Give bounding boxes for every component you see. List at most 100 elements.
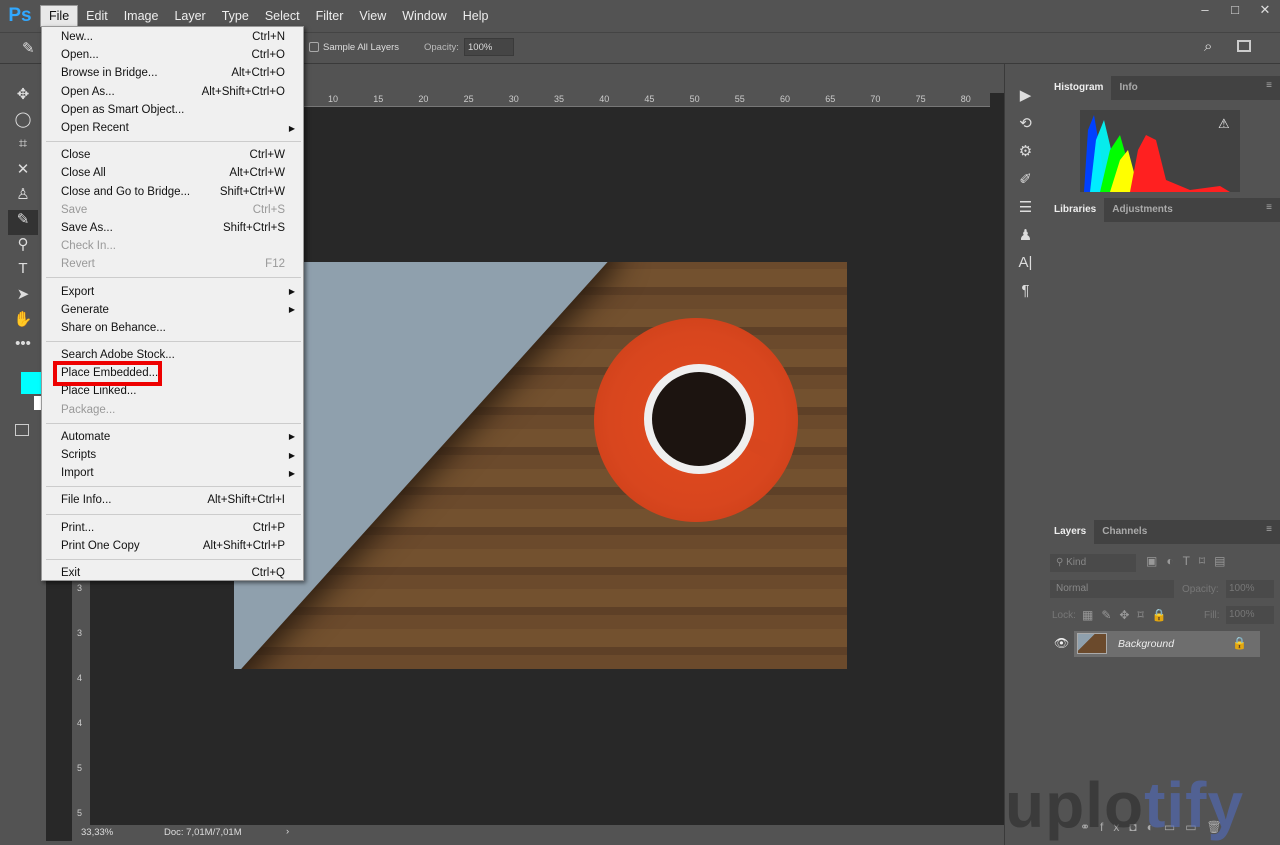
menu-item-save-as[interactable]: Save As... Shift+Ctrl+S xyxy=(42,219,303,237)
menu-item-shortcut: Alt+Ctrl+W xyxy=(229,167,285,180)
type-tool-icon[interactable]: T xyxy=(8,260,38,285)
menu-filter[interactable]: Filter xyxy=(308,6,352,26)
eraser-tool-icon[interactable]: ✎ xyxy=(8,210,38,235)
opacity-label: Opacity: xyxy=(424,42,459,53)
adjust-icon[interactable]: ☰ xyxy=(1005,198,1046,226)
menu-item-label: Import xyxy=(61,467,94,480)
menu-item-export[interactable]: Export ▶ xyxy=(42,282,303,300)
menu-separator xyxy=(46,277,301,279)
menu-item-file-info[interactable]: File Info... Alt+Shift+Ctrl+I xyxy=(42,491,303,509)
menu-item-new[interactable]: New... Ctrl+N xyxy=(42,28,303,46)
stamp-tool-icon[interactable]: ♙ xyxy=(8,185,38,210)
eraser-tool-icon[interactable]: ✎ xyxy=(22,39,35,57)
foreground-color-swatch[interactable] xyxy=(21,372,41,394)
tab-channels[interactable]: Channels xyxy=(1094,520,1155,544)
layer-filter-icons[interactable]: ▣◐T⌑▤ xyxy=(1146,554,1234,568)
paragraph-icon[interactable]: ¶ xyxy=(1005,282,1046,310)
dodge-tool-icon[interactable]: ⚲ xyxy=(8,235,38,260)
coffee-image xyxy=(652,372,746,466)
workspace-icon[interactable] xyxy=(1237,40,1251,52)
ruler-tick-label: 15 xyxy=(373,94,384,104)
ruler-tick-label: 55 xyxy=(734,94,745,104)
ruler-tick-label: 25 xyxy=(463,94,474,104)
menu-item-close-all[interactable]: Close All Alt+Ctrl+W xyxy=(42,164,303,182)
close-button[interactable]: ✕ xyxy=(1250,0,1280,22)
menu-item-close[interactable]: Close Ctrl+W xyxy=(42,146,303,164)
tab-layers[interactable]: Layers xyxy=(1046,520,1095,544)
menu-separator xyxy=(46,341,301,342)
menu-item-import[interactable]: Import ▶ xyxy=(42,464,303,482)
ruler-tick-label: 5 xyxy=(77,763,83,773)
maximize-button[interactable]: □ xyxy=(1220,0,1250,22)
lock-icons[interactable]: ▦✎✥⌑🔒 xyxy=(1082,608,1175,622)
menu-item-print[interactable]: Print... Ctrl+P xyxy=(42,519,303,537)
status-bar: 33,33% Doc: 7,01M/7,01M › xyxy=(72,825,1004,841)
menu-item-share-on-behance[interactable]: Share on Behance... xyxy=(42,319,303,337)
lasso-tool-icon[interactable]: ◯ xyxy=(8,110,38,135)
path-selection-tool-icon[interactable]: ➤ xyxy=(8,285,38,310)
tab-adjustments[interactable]: Adjustments xyxy=(1104,198,1181,222)
menu-item-label: Open Recent xyxy=(61,122,129,135)
menu-item-label: Export xyxy=(61,285,95,298)
tab-histogram[interactable]: Histogram xyxy=(1046,76,1112,100)
play-icon[interactable]: ▶ xyxy=(1005,86,1046,114)
visibility-eye-icon[interactable]: 👁 xyxy=(1054,636,1069,650)
clone-source-icon[interactable]: ♟ xyxy=(1005,226,1046,254)
menu-item-label: Package... xyxy=(61,403,116,416)
menu-item-scripts[interactable]: Scripts ▶ xyxy=(42,446,303,464)
menu-item-save: Save Ctrl+S xyxy=(42,201,303,219)
panel-menu-icon[interactable]: ≡ xyxy=(1258,76,1280,100)
opacity-input[interactable]: 100% xyxy=(464,38,514,56)
menu-edit[interactable]: Edit xyxy=(78,6,116,26)
crop-tool-icon[interactable]: ⌗ xyxy=(8,135,38,160)
fill-input[interactable]: 100% xyxy=(1226,606,1274,624)
menu-item-open[interactable]: Open... Ctrl+O xyxy=(42,46,303,64)
menu-window[interactable]: Window xyxy=(394,6,454,26)
submenu-arrow-icon: ▶ xyxy=(288,305,295,315)
menu-item-generate[interactable]: Generate ▶ xyxy=(42,301,303,319)
menu-item-open-as[interactable]: Open As... Alt+Shift+Ctrl+O xyxy=(42,83,303,101)
menu-view[interactable]: View xyxy=(351,6,394,26)
window-controls: – □ ✕ xyxy=(1190,0,1280,22)
brush-icon[interactable]: ✐ xyxy=(1005,170,1046,198)
tab-info[interactable]: Info xyxy=(1111,76,1145,100)
menu-image[interactable]: Image xyxy=(116,6,167,26)
move-tool-icon[interactable]: ✥ xyxy=(8,85,38,110)
more-tools-icon[interactable]: ••• xyxy=(8,335,38,360)
chevron-right-icon[interactable]: › xyxy=(286,826,289,837)
menu-item-exit[interactable]: Exit Ctrl+Q xyxy=(42,564,303,582)
menu-item-browse-in-bridge[interactable]: Browse in Bridge... Alt+Ctrl+O xyxy=(42,64,303,82)
layer-name[interactable]: Background xyxy=(1118,638,1174,650)
properties-icon[interactable]: ⚙ xyxy=(1005,142,1046,170)
layer-opacity-input[interactable]: 100% xyxy=(1226,580,1274,598)
minimize-button[interactable]: – xyxy=(1190,0,1220,22)
document-image[interactable] xyxy=(234,262,847,669)
hand-tool-icon[interactable]: ✋ xyxy=(8,310,38,335)
tab-libraries[interactable]: Libraries xyxy=(1046,198,1105,222)
menu-item-shortcut: Shift+Ctrl+W xyxy=(219,185,285,198)
layer-row-background[interactable]: Background 🔒 xyxy=(1074,631,1260,657)
menu-help[interactable]: Help xyxy=(455,6,497,26)
menu-item-open-as-smart-object[interactable]: Open as Smart Object... xyxy=(42,101,303,119)
search-icon[interactable]: ⌕ xyxy=(1204,38,1212,55)
menu-item-close-and-go-to-bridge[interactable]: Close and Go to Bridge... Shift+Ctrl+W xyxy=(42,183,303,201)
ruler-tick-label: 30 xyxy=(508,94,519,104)
healing-tool-icon[interactable]: ✕ xyxy=(8,160,38,185)
panel-menu-icon[interactable]: ≡ xyxy=(1258,198,1280,222)
character-icon[interactable]: A| xyxy=(1005,254,1046,282)
menu-file[interactable]: File xyxy=(40,5,79,27)
history-icon[interactable]: ⟲ xyxy=(1005,114,1046,142)
menu-item-print-one-copy[interactable]: Print One Copy Alt+Shift+Ctrl+P xyxy=(42,537,303,555)
menu-type[interactable]: Type xyxy=(214,6,257,26)
panel-menu-icon[interactable]: ≡ xyxy=(1258,520,1280,544)
layer-filter-kind[interactable]: ⚲ Kind xyxy=(1050,554,1136,572)
quick-mask-icon[interactable] xyxy=(15,424,29,436)
menu-select[interactable]: Select xyxy=(257,6,308,26)
zoom-level[interactable]: 33,33% xyxy=(81,827,113,838)
submenu-arrow-icon: ▶ xyxy=(288,468,295,478)
sample-all-layers-checkbox[interactable] xyxy=(309,42,319,52)
menu-layer[interactable]: Layer xyxy=(166,6,213,26)
blend-mode-select[interactable]: Normal xyxy=(1050,580,1174,598)
menu-item-open-recent[interactable]: Open Recent ▶ xyxy=(42,119,303,137)
menu-item-automate[interactable]: Automate ▶ xyxy=(42,428,303,446)
